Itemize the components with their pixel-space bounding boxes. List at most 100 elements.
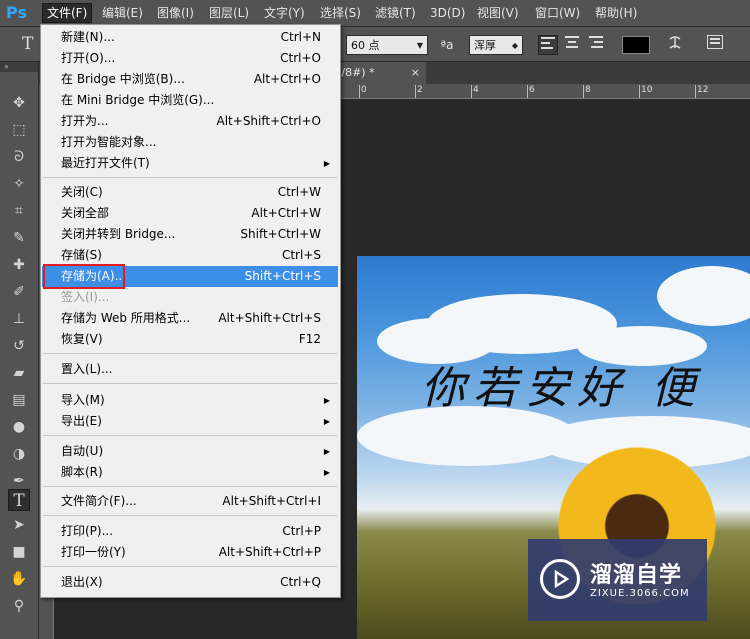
menu-separator bbox=[43, 435, 337, 436]
menu-item-shortcut: Ctrl+P bbox=[282, 524, 321, 538]
ruler-tick bbox=[471, 85, 472, 98]
menu-item-new[interactable]: 新建(N)... Ctrl+N bbox=[42, 27, 338, 48]
path-selection-tool-icon[interactable]: ➤ bbox=[8, 514, 30, 536]
menu-type[interactable]: 文字(Y) bbox=[260, 4, 309, 22]
blur-tool-icon[interactable]: ● bbox=[8, 416, 30, 438]
menu-item-file-info[interactable]: 文件简介(F)... Alt+Shift+Ctrl+I bbox=[42, 491, 338, 512]
history-brush-tool-icon[interactable]: ↺ bbox=[8, 335, 30, 357]
submenu-arrow-icon: ▶ bbox=[323, 417, 330, 426]
dodge-tool-icon[interactable]: ◑ bbox=[8, 443, 30, 465]
menu-separator bbox=[43, 353, 337, 354]
ruler-label: 12 bbox=[697, 85, 709, 95]
anti-alias-icon: ªa bbox=[440, 38, 454, 52]
menu-item-open-smart-object[interactable]: 打开为智能对象... bbox=[42, 132, 338, 153]
menu-view[interactable]: 视图(V) bbox=[473, 4, 523, 22]
lasso-tool-icon[interactable]: ᘐ bbox=[8, 146, 30, 168]
watermark-url: ZIXUE.3066.COM bbox=[590, 588, 690, 599]
menu-item-automate[interactable]: 自动(U) ▶ bbox=[42, 441, 338, 462]
highlight-callout-box bbox=[43, 264, 125, 289]
menu-item-print-one-copy[interactable]: 打印一份(Y) Alt+Shift+Ctrl+P bbox=[42, 542, 338, 563]
menu-file[interactable]: 文件(F) bbox=[42, 3, 93, 23]
menu-separator bbox=[43, 486, 337, 487]
menu-item-save-for-web[interactable]: 存储为 Web 所用格式... Alt+Shift+Ctrl+S bbox=[42, 308, 338, 329]
menu-item-close-go-bridge[interactable]: 关闭并转到 Bridge... Shift+Ctrl+W bbox=[42, 224, 338, 245]
type-tool-icon[interactable]: T bbox=[8, 489, 30, 511]
healing-brush-tool-icon[interactable]: ✚ bbox=[8, 254, 30, 276]
menu-item-label: 在 Bridge 中浏览(B)... bbox=[61, 72, 185, 86]
menu-item-shortcut: Alt+Shift+Ctrl+O bbox=[216, 114, 321, 128]
menu-item-exit[interactable]: 退出(X) Ctrl+Q bbox=[42, 572, 338, 593]
menu-filter[interactable]: 滤镜(T) bbox=[371, 4, 420, 22]
brush-tool-icon[interactable]: ✐ bbox=[8, 281, 30, 303]
submenu-arrow-icon: ▶ bbox=[323, 396, 330, 405]
eyedropper-tool-icon[interactable]: ✎ bbox=[8, 227, 30, 249]
menu-item-open[interactable]: 打开(O)... Ctrl+O bbox=[42, 48, 338, 69]
align-center-icon[interactable] bbox=[562, 35, 582, 55]
menu-help[interactable]: 帮助(H) bbox=[591, 4, 641, 22]
gradient-tool-icon[interactable]: ▤ bbox=[8, 389, 30, 411]
submenu-arrow-icon: ▶ bbox=[323, 447, 330, 456]
menu-item-export[interactable]: 导出(E) ▶ bbox=[42, 411, 338, 432]
character-panel-icon[interactable] bbox=[705, 35, 725, 55]
watermark-title: 溜溜自学 bbox=[590, 563, 683, 588]
menu-item-import[interactable]: 导入(M) ▶ bbox=[42, 390, 338, 411]
file-menu-dropdown: 新建(N)... Ctrl+N 打开(O)... Ctrl+O 在 Bridge 中… bbox=[40, 24, 341, 598]
submenu-arrow-icon: ▶ bbox=[323, 159, 330, 168]
magic-wand-tool-icon[interactable]: ✧ bbox=[8, 173, 30, 195]
close-icon[interactable]: × bbox=[411, 62, 420, 84]
menu-item-close[interactable]: 关闭(C) Ctrl+W bbox=[42, 182, 338, 203]
align-right-icon[interactable] bbox=[586, 35, 606, 55]
menu-3d[interactable]: 3D(D) bbox=[426, 4, 469, 22]
menu-item-scripts[interactable]: 脚本(R) ▶ bbox=[42, 462, 338, 483]
menu-item-print[interactable]: 打印(P)... Ctrl+P bbox=[42, 521, 338, 542]
menu-item-close-all[interactable]: 关闭全部 Alt+Ctrl+W bbox=[42, 203, 338, 224]
ruler-label: 6 bbox=[529, 85, 535, 95]
text-color-swatch[interactable] bbox=[622, 36, 650, 54]
menu-item-open-as[interactable]: 打开为... Alt+Shift+Ctrl+O bbox=[42, 111, 338, 132]
anti-alias-dropdown[interactable]: 浑厚 ◆ bbox=[469, 35, 523, 55]
menu-select[interactable]: 选择(S) bbox=[316, 4, 365, 22]
menu-item-save[interactable]: 存储(S) Ctrl+S bbox=[42, 245, 338, 266]
ruler-tick bbox=[527, 85, 528, 98]
menu-item-label: 导出(E) bbox=[61, 414, 102, 428]
font-size-dropdown[interactable]: 60 点 ▼ bbox=[346, 35, 428, 55]
zoom-tool-icon[interactable]: ⚲ bbox=[8, 595, 30, 617]
menu-item-label: 关闭(C) bbox=[61, 185, 103, 199]
canvas-text-layer[interactable]: 你若安好 便 bbox=[421, 352, 703, 416]
chevron-updown-icon: ◆ bbox=[511, 41, 518, 50]
menu-item-shortcut: Ctrl+S bbox=[281, 248, 321, 262]
menu-item-label: 存储(S) bbox=[61, 248, 102, 262]
menu-item-shortcut: F12 bbox=[298, 332, 321, 346]
tools-panel: » ✥ ⬚ ᘐ ✧ ⌗ ✎ ✚ ✐ ⊥ ↺ ▰ ▤ ● ◑ ✒ T ➤ ■ ✋ … bbox=[0, 62, 39, 639]
eraser-tool-icon[interactable]: ▰ bbox=[8, 362, 30, 384]
menu-item-recent-files[interactable]: 最近打开文件(T) ▶ bbox=[42, 153, 338, 174]
menu-bar: Ps 文件(F) 编辑(E) 图像(I) 图层(L) 文字(Y) 选择(S) 滤… bbox=[0, 0, 750, 27]
cloud-shape bbox=[657, 266, 750, 326]
menu-item-check-in: 签入(I)... bbox=[42, 287, 338, 308]
menu-item-label: 关闭并转到 Bridge... bbox=[61, 227, 176, 241]
crop-tool-icon[interactable]: ⌗ bbox=[8, 200, 30, 222]
menu-layer[interactable]: 图层(L) bbox=[205, 4, 253, 22]
watermark: 溜溜自学 ZIXUE.3066.COM bbox=[528, 539, 707, 621]
menu-item-revert[interactable]: 恢复(V) F12 bbox=[42, 329, 338, 350]
menu-item-place[interactable]: 置入(L)... bbox=[42, 359, 338, 380]
ruler-label: 0 bbox=[361, 85, 367, 95]
menu-item-browse-mini-bridge[interactable]: 在 Mini Bridge 中浏览(G)... bbox=[42, 90, 338, 111]
ruler-label: 4 bbox=[473, 85, 479, 95]
menu-separator bbox=[43, 177, 337, 178]
menu-item-browse-bridge[interactable]: 在 Bridge 中浏览(B)... Alt+Ctrl+O bbox=[42, 69, 338, 90]
text-tool-icon[interactable]: T bbox=[22, 34, 33, 54]
panel-collapse-icon[interactable]: » bbox=[0, 62, 38, 72]
clone-stamp-tool-icon[interactable]: ⊥ bbox=[8, 308, 30, 330]
align-left-icon[interactable] bbox=[538, 35, 558, 55]
marquee-tool-icon[interactable]: ⬚ bbox=[8, 119, 30, 141]
move-tool-icon[interactable]: ✥ bbox=[8, 92, 30, 114]
rectangle-tool-icon[interactable]: ■ bbox=[8, 541, 30, 563]
warp-text-icon[interactable] bbox=[665, 35, 685, 55]
menu-window[interactable]: 窗口(W) bbox=[531, 4, 584, 22]
menu-edit[interactable]: 编辑(E) bbox=[98, 4, 147, 22]
menu-image[interactable]: 图像(I) bbox=[153, 4, 198, 22]
ruler-tick bbox=[415, 85, 416, 98]
hand-tool-icon[interactable]: ✋ bbox=[8, 568, 30, 590]
menu-item-label: 打开(O)... bbox=[61, 51, 116, 65]
